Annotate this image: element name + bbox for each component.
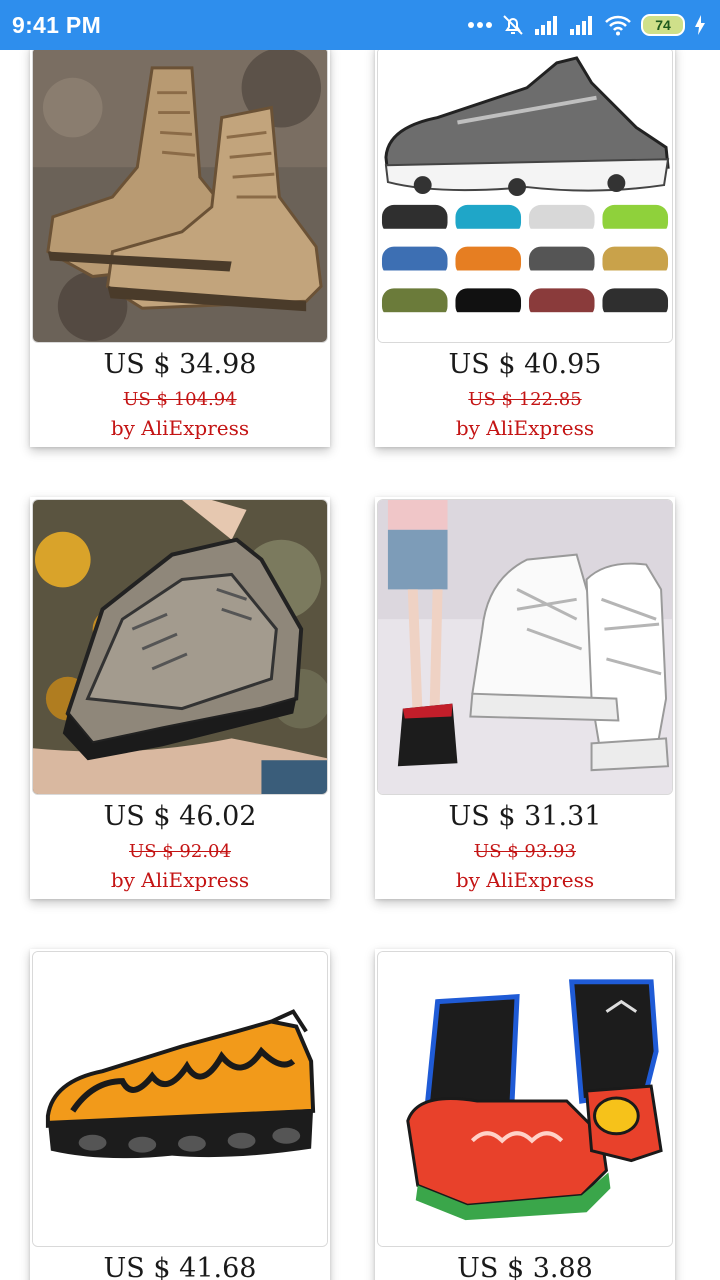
- product-price: US $ 46.02: [103, 801, 257, 832]
- product-old-price: US $ 93.93: [474, 841, 576, 862]
- more-dots-icon: [468, 22, 492, 28]
- product-image[interactable]: [377, 951, 673, 1247]
- product-old-price: US $ 104.94: [123, 389, 237, 410]
- product-image[interactable]: [377, 499, 673, 795]
- wifi-icon: [605, 15, 631, 36]
- mute-icon: [503, 15, 523, 35]
- status-time: 9:41 PM: [12, 11, 102, 38]
- product-price: US $ 40.95: [448, 349, 602, 380]
- product-card[interactable]: US $ 40.95 US $ 122.85 by AliExpress: [375, 50, 675, 447]
- product-price: US $ 41.68: [103, 1253, 257, 1280]
- product-old-price: US $ 92.04: [129, 841, 231, 862]
- status-bar: 9:41 PM 74: [0, 0, 720, 50]
- product-image[interactable]: [32, 951, 328, 1247]
- white-platform-boots-image: [378, 500, 672, 794]
- battery-icon: 74: [641, 14, 685, 36]
- product-image[interactable]: [32, 499, 328, 795]
- product-old-price: US $ 122.85: [468, 389, 582, 410]
- product-seller: by AliExpress: [455, 868, 595, 892]
- grey-sneaker-image: [378, 50, 672, 342]
- product-seller: by AliExpress: [110, 868, 250, 892]
- product-card[interactable]: US $ 34.98 US $ 104.94 by AliExpress: [30, 50, 330, 447]
- product-price: US $ 34.98: [103, 349, 257, 380]
- product-price: US $ 3.88: [457, 1253, 593, 1280]
- product-image[interactable]: [377, 50, 673, 343]
- signal-icon: [570, 16, 592, 35]
- tan-boots-image: [33, 50, 327, 342]
- product-card[interactable]: US $ 41.68: [30, 949, 330, 1280]
- product-price: US $ 31.31: [448, 801, 602, 832]
- grey-hiking-shoes-image: [33, 500, 327, 794]
- product-image[interactable]: [32, 50, 328, 343]
- product-card[interactable]: US $ 46.02 US $ 92.04 by AliExpress: [30, 497, 330, 899]
- product-grid: US $ 34.98 US $ 104.94 by AliExpress US …: [0, 50, 720, 1280]
- product-seller: by AliExpress: [455, 416, 595, 440]
- orange-sneaker-image: [33, 952, 327, 1246]
- product-card[interactable]: US $ 3.88: [375, 949, 675, 1280]
- trail-gaiters-image: [378, 952, 672, 1246]
- product-card[interactable]: US $ 31.31 US $ 93.93 by AliExpress: [375, 497, 675, 899]
- signal-icon: [535, 16, 557, 35]
- status-icons: 74: [468, 13, 706, 37]
- charging-icon: [695, 15, 705, 35]
- product-seller: by AliExpress: [110, 416, 250, 440]
